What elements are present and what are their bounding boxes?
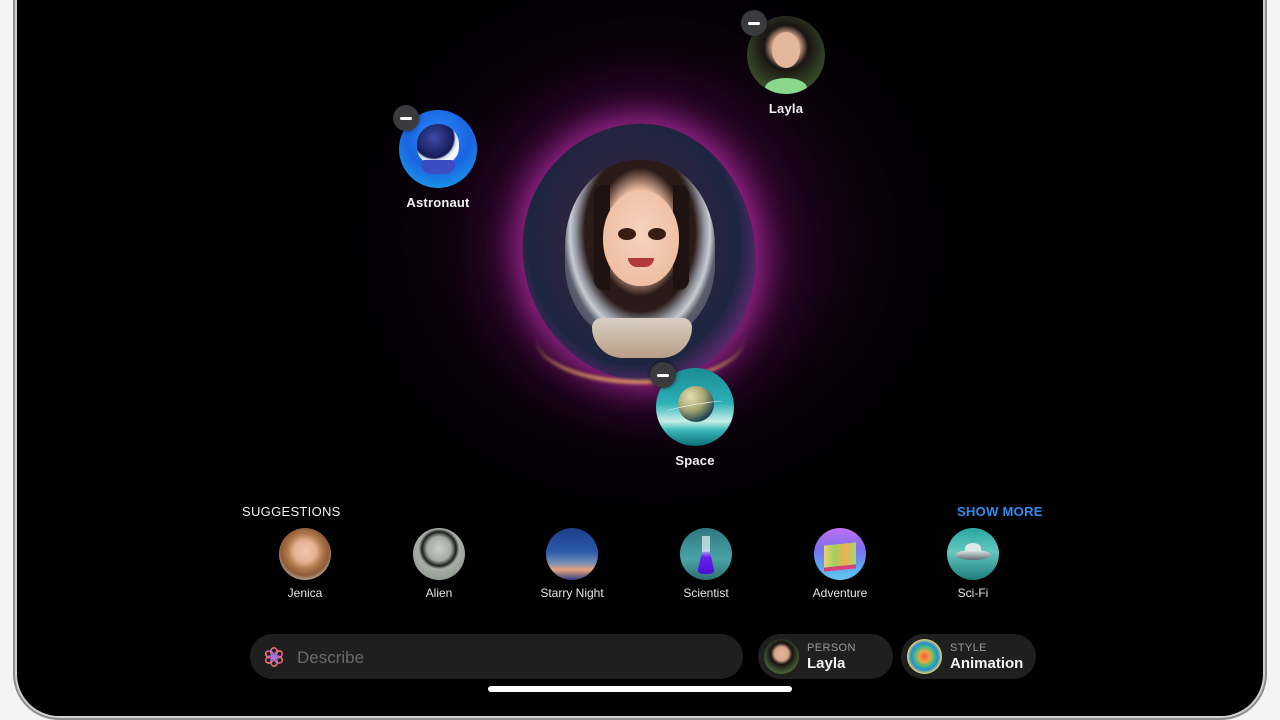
suggestion-label: Starry Night <box>540 586 604 600</box>
ufo-icon <box>947 528 999 580</box>
person-value: Layla <box>807 655 846 672</box>
animation-style-icon <box>907 639 942 674</box>
map-icon <box>814 528 866 580</box>
apple-intelligence-icon <box>264 647 284 667</box>
home-indicator[interactable] <box>488 686 792 692</box>
suggestion-label: Alien <box>425 586 453 600</box>
suggestion-label: Jenica <box>287 586 323 600</box>
suggestion-label: Sci-Fi <box>957 586 989 600</box>
suggestion-alien[interactable]: Alien <box>389 528 489 600</box>
flask-icon <box>680 528 732 580</box>
token-label: Space <box>675 453 715 468</box>
astronaut-suit <box>592 318 692 358</box>
suggestion-scientist[interactable]: Scientist <box>656 528 756 600</box>
remove-astronaut-button[interactable] <box>393 105 419 131</box>
eye-left <box>618 228 636 240</box>
suggestion-sci-fi[interactable]: Sci-Fi <box>923 528 1023 600</box>
token-label: Astronaut <box>406 195 470 210</box>
describe-field[interactable] <box>250 634 743 681</box>
token-label: Layla <box>768 101 804 116</box>
suggestion-starry-night[interactable]: Starry Night <box>522 528 622 600</box>
suggestions-heading: SUGGESTIONS <box>242 504 341 519</box>
suggestion-adventure[interactable]: Adventure <box>790 528 890 600</box>
show-more-button[interactable]: SHOW MORE <box>957 504 1043 519</box>
person-photo-jenica <box>279 528 331 580</box>
starry-sky-icon <box>546 528 598 580</box>
describe-input[interactable] <box>295 634 729 681</box>
suggestion-label: Adventure <box>812 586 868 600</box>
alien-icon <box>413 528 465 580</box>
style-picker-button[interactable]: STYLE Animation <box>901 634 1036 679</box>
style-value: Animation <box>950 655 1024 672</box>
suggestion-jenica[interactable]: Jenica <box>255 528 355 600</box>
remove-space-button[interactable] <box>650 362 676 388</box>
eye-right <box>648 228 666 240</box>
person-key: PERSON <box>807 642 856 654</box>
person-avatar-layla <box>764 639 799 674</box>
person-picker-button[interactable]: PERSON Layla <box>758 634 893 679</box>
style-key: STYLE <box>950 642 987 654</box>
suggestion-label: Scientist <box>683 586 729 600</box>
remove-layla-button[interactable] <box>741 10 767 36</box>
avatar-face <box>603 190 679 286</box>
